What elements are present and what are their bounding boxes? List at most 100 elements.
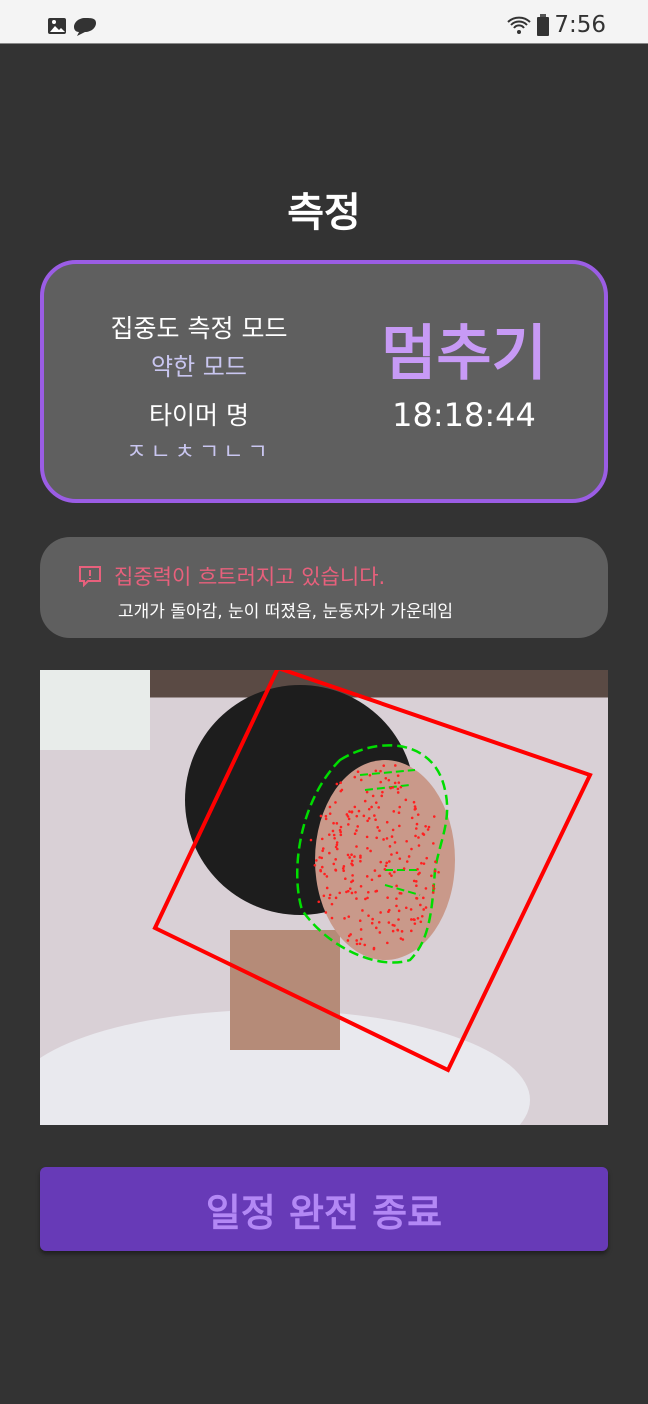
face-landmark-point (314, 864, 317, 867)
face-landmark-point (353, 776, 356, 779)
face-landmark-point (430, 874, 433, 877)
face-landmark-point (332, 822, 335, 825)
face-landmark-point (403, 867, 406, 870)
face-landmark-point (348, 856, 351, 859)
face-landmark-point (340, 834, 343, 837)
face-landmark-point (336, 848, 339, 851)
face-landmark-point (352, 879, 355, 882)
face-landmark-point (332, 863, 335, 866)
face-landmark-point (339, 781, 342, 784)
end-schedule-button[interactable]: 일정 완전 종료 (40, 1167, 608, 1251)
face-landmark-point (415, 827, 418, 830)
face-landmark-point (355, 845, 358, 848)
face-landmark-point (350, 853, 353, 856)
face-landmark-point (395, 905, 398, 908)
face-landmark-point (419, 904, 422, 907)
face-tracking-overlay (40, 670, 608, 1125)
face-landmark-point (357, 770, 360, 773)
face-landmark-point (379, 781, 382, 784)
face-landmark-point (347, 939, 350, 942)
face-landmark-point (377, 806, 380, 809)
face-landmark-point (397, 929, 400, 932)
face-landmark-point (434, 870, 437, 873)
face-landmark-point (370, 806, 373, 809)
face-landmark-point (373, 947, 376, 950)
face-landmark-point (389, 872, 392, 875)
face-landmark-point (336, 843, 339, 846)
face-landmark-point (325, 815, 328, 818)
timer-name-value: ㅈㄴㅊㄱㄴㄱ (84, 434, 314, 466)
face-landmark-point (366, 875, 369, 878)
face-landmark-point (405, 840, 408, 843)
face-landmark-point (351, 874, 354, 877)
face-landmark-point (392, 829, 395, 832)
sync-app-icon (73, 17, 97, 37)
alert-title: 집중력이 흐트러지고 있습니다. (114, 561, 385, 591)
face-landmark-point (382, 764, 385, 767)
face-landmark-point (410, 918, 413, 921)
face-landmark-point (328, 833, 331, 836)
face-landmark-point (334, 801, 337, 804)
alert-message-icon (78, 565, 102, 587)
face-landmark-point (433, 815, 436, 818)
face-landmark-point (379, 931, 382, 934)
face-landmark-point (348, 818, 351, 821)
face-landmark-point (346, 813, 349, 816)
face-landmark-point (398, 811, 401, 814)
face-landmark-point (364, 800, 367, 803)
face-landmark-point (396, 851, 399, 854)
face-landmark-point (339, 831, 342, 834)
face-landmark-point (390, 874, 393, 877)
stop-button[interactable]: 멈추기 (344, 314, 584, 394)
face-landmark-point (366, 897, 369, 900)
mode-value: 약한 모드 (84, 347, 314, 382)
face-landmark-point (351, 811, 354, 814)
face-landmark-point (416, 868, 419, 871)
face-landmark-point (360, 779, 363, 782)
face-landmark-point (349, 887, 352, 890)
status-bar: 7:56 (0, 0, 648, 44)
face-landmark-point (369, 850, 372, 853)
face-landmark-point (397, 791, 400, 794)
face-landmark-point (392, 930, 395, 933)
face-landmark-point (343, 917, 346, 920)
face-landmark-point (361, 909, 364, 912)
face-landmark-point (359, 942, 362, 945)
face-landmark-point (384, 868, 387, 871)
face-landmark-point (397, 774, 400, 777)
face-landmark-point (333, 837, 336, 840)
face-landmark-point (324, 911, 327, 914)
face-landmark-point (375, 769, 378, 772)
face-landmark-point (354, 832, 357, 835)
face-landmark-point (360, 885, 363, 888)
face-landmark-point (389, 845, 392, 848)
face-landmark-point (376, 826, 379, 829)
face-landmark-point (343, 865, 346, 868)
face-landmark-point (347, 915, 350, 918)
face-landmark-point (425, 906, 428, 909)
face-landmark-point (394, 764, 397, 767)
face-landmark-point (332, 830, 335, 833)
face-landmark-point (422, 832, 425, 835)
face-landmark-point (417, 873, 420, 876)
face-landmark-point (317, 900, 320, 903)
face-landmark-point (391, 924, 394, 927)
face-landmark-point (380, 795, 383, 798)
face-landmark-point (335, 897, 338, 900)
face-landmark-point (425, 857, 428, 860)
face-landmark-point (371, 918, 374, 921)
elapsed-time: 18:18:44 (344, 396, 584, 434)
face-landmark-point (378, 921, 381, 924)
face-landmark-point (379, 911, 382, 914)
face-landmark-point (411, 817, 414, 820)
face-landmark-point (371, 922, 374, 925)
face-landmark-point (375, 927, 378, 930)
face-landmark-point (397, 788, 400, 791)
face-landmark-point (399, 786, 402, 789)
face-landmark-point (405, 906, 408, 909)
face-landmark-point (363, 815, 366, 818)
face-landmark-point (414, 922, 417, 925)
face-landmark-point (323, 873, 326, 876)
clock: 7:56 (554, 12, 606, 38)
face-landmark-point (341, 789, 344, 792)
